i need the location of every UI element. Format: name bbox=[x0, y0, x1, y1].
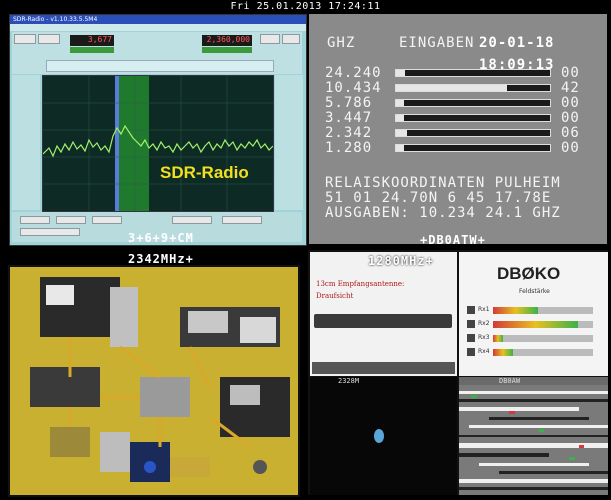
meter-bar-fill bbox=[493, 307, 538, 314]
dark-video-feed: 2328M bbox=[310, 377, 457, 495]
signal-strength-panel: DBØKO Feldstärke Rx1 Rx2 Rx3 Rx4 bbox=[459, 252, 608, 376]
menu-bar bbox=[10, 24, 306, 31]
q4-caption: 1280MHz+ bbox=[368, 254, 434, 268]
timestamp: Fri 25.01.2013 17:24:11 bbox=[230, 1, 381, 12]
filter-button[interactable] bbox=[92, 216, 122, 224]
q2-caption: +DB0ATW+ bbox=[420, 233, 486, 247]
repeater-status-feed: GHZ EINGABEN 20-01-18 18:09:13 24.240 00 1… bbox=[309, 14, 607, 244]
coordinates-value: 51 01 24.70N 6 45 17.78E bbox=[325, 190, 552, 206]
play-button[interactable] bbox=[222, 216, 262, 224]
level-bar bbox=[395, 84, 551, 92]
row-freq: 10.434 bbox=[325, 80, 382, 96]
spectrum-display bbox=[42, 75, 274, 212]
window-title: SDR-Radio - v1.10.33.5.5M4 bbox=[13, 16, 98, 23]
frequency-scale bbox=[46, 60, 274, 72]
level-bar-fill bbox=[396, 130, 407, 136]
level-bar bbox=[395, 69, 551, 77]
antenna-image bbox=[314, 314, 452, 328]
level-bar bbox=[395, 144, 551, 152]
mode-button[interactable] bbox=[14, 34, 36, 44]
row-value: 06 bbox=[561, 125, 580, 141]
meter-bar-fill bbox=[493, 321, 578, 328]
row-value: 00 bbox=[561, 65, 580, 81]
left-control-panel bbox=[12, 75, 40, 210]
antenna-title: 13cm Empfangsantenne: bbox=[316, 280, 405, 288]
row-value: 00 bbox=[561, 110, 580, 126]
options-button[interactable] bbox=[260, 34, 280, 44]
meter-checkbox[interactable] bbox=[467, 306, 475, 314]
meter-label: Rx2 bbox=[478, 320, 490, 327]
header-unit: GHZ bbox=[327, 35, 356, 51]
control-panel: 3,677 2,360,000 bbox=[12, 32, 302, 74]
droplet-icon bbox=[374, 429, 384, 443]
output-line: AUSGABEN: 10.234 24.1 GHZ bbox=[325, 205, 561, 221]
row-freq: 5.786 bbox=[325, 95, 373, 111]
band-button[interactable] bbox=[38, 34, 60, 44]
freq-readout-2: 2,360,000 bbox=[202, 35, 252, 46]
meter-bar-fill bbox=[493, 349, 513, 356]
coordinates-title: RELAISKOORDINATEN PULHEIM bbox=[325, 175, 561, 191]
video-noise bbox=[459, 385, 608, 495]
meter-label: Rx4 bbox=[478, 348, 490, 355]
level-bar bbox=[395, 99, 551, 107]
panel-subtitle: Feldstärke bbox=[519, 288, 550, 295]
window-title-bar: SDR-Radio - v1.10.33.5.5M4 bbox=[10, 15, 306, 24]
noise-video-feed: DB0AW bbox=[459, 377, 608, 495]
signal-meter-2 bbox=[202, 47, 252, 53]
header-label: EINGABEN bbox=[399, 35, 475, 51]
level-bar-fill bbox=[396, 70, 406, 76]
nb-button[interactable] bbox=[56, 216, 86, 224]
level-bar-fill bbox=[396, 85, 507, 91]
level-bar-fill bbox=[396, 115, 404, 121]
meter-bar bbox=[493, 335, 593, 342]
volume-slider[interactable] bbox=[20, 228, 80, 236]
meter-checkbox[interactable] bbox=[467, 320, 475, 328]
sdr-radio-feed: SDR-Radio - v1.10.33.5.5M4 3,677 2,360,0… bbox=[9, 14, 307, 246]
status-date: 20-01-18 bbox=[479, 35, 555, 51]
meter-checkbox[interactable] bbox=[467, 334, 475, 342]
row-freq: 3.447 bbox=[325, 110, 373, 126]
antenna-subtitle: Draufsicht bbox=[316, 292, 354, 300]
hardware-camera-feed bbox=[8, 265, 300, 497]
callsign-title: DBØKO bbox=[497, 264, 561, 283]
row-value: 00 bbox=[561, 140, 580, 156]
freq-readout: 3,677 bbox=[70, 35, 114, 46]
close-button[interactable] bbox=[282, 34, 300, 44]
timestamp-bar: Fri 25.01.2013 17:24:11 bbox=[0, 0, 611, 13]
level-bar-fill bbox=[396, 145, 404, 151]
sdr-radio-overlay-label: SDR-Radio bbox=[160, 163, 249, 182]
level-bar-fill bbox=[396, 100, 404, 106]
meter-bar bbox=[493, 307, 593, 314]
q3-caption: 2342MHz+ bbox=[128, 252, 194, 266]
row-freq: 2.342 bbox=[325, 125, 373, 141]
meter-bar bbox=[493, 321, 593, 328]
row-freq: 24.240 bbox=[325, 65, 382, 81]
spectrum-trace bbox=[43, 76, 273, 211]
row-freq: 1.280 bbox=[325, 140, 373, 156]
hardware-photo bbox=[10, 267, 298, 495]
level-bar bbox=[395, 114, 551, 122]
meter-bar-fill bbox=[493, 335, 503, 342]
record-button[interactable] bbox=[172, 216, 212, 224]
right-control-panel bbox=[275, 75, 303, 210]
meter-label: Rx3 bbox=[478, 334, 490, 341]
agc-button[interactable] bbox=[20, 216, 50, 224]
meter-checkbox[interactable] bbox=[467, 348, 475, 356]
antenna-view: 13cm Empfangsantenne: Draufsicht bbox=[310, 252, 457, 376]
meter-bar bbox=[493, 349, 593, 356]
sub-caption: 2328M bbox=[338, 377, 360, 385]
sub-caption-2: DB0AW bbox=[499, 377, 521, 385]
level-bar bbox=[395, 129, 551, 137]
q1-caption: 3+6+9+CM bbox=[128, 231, 194, 245]
row-value: 00 bbox=[561, 95, 580, 111]
row-value: 42 bbox=[561, 80, 580, 96]
antenna-footer bbox=[312, 362, 455, 374]
meter-label: Rx1 bbox=[478, 306, 490, 313]
signal-meter bbox=[70, 47, 114, 53]
